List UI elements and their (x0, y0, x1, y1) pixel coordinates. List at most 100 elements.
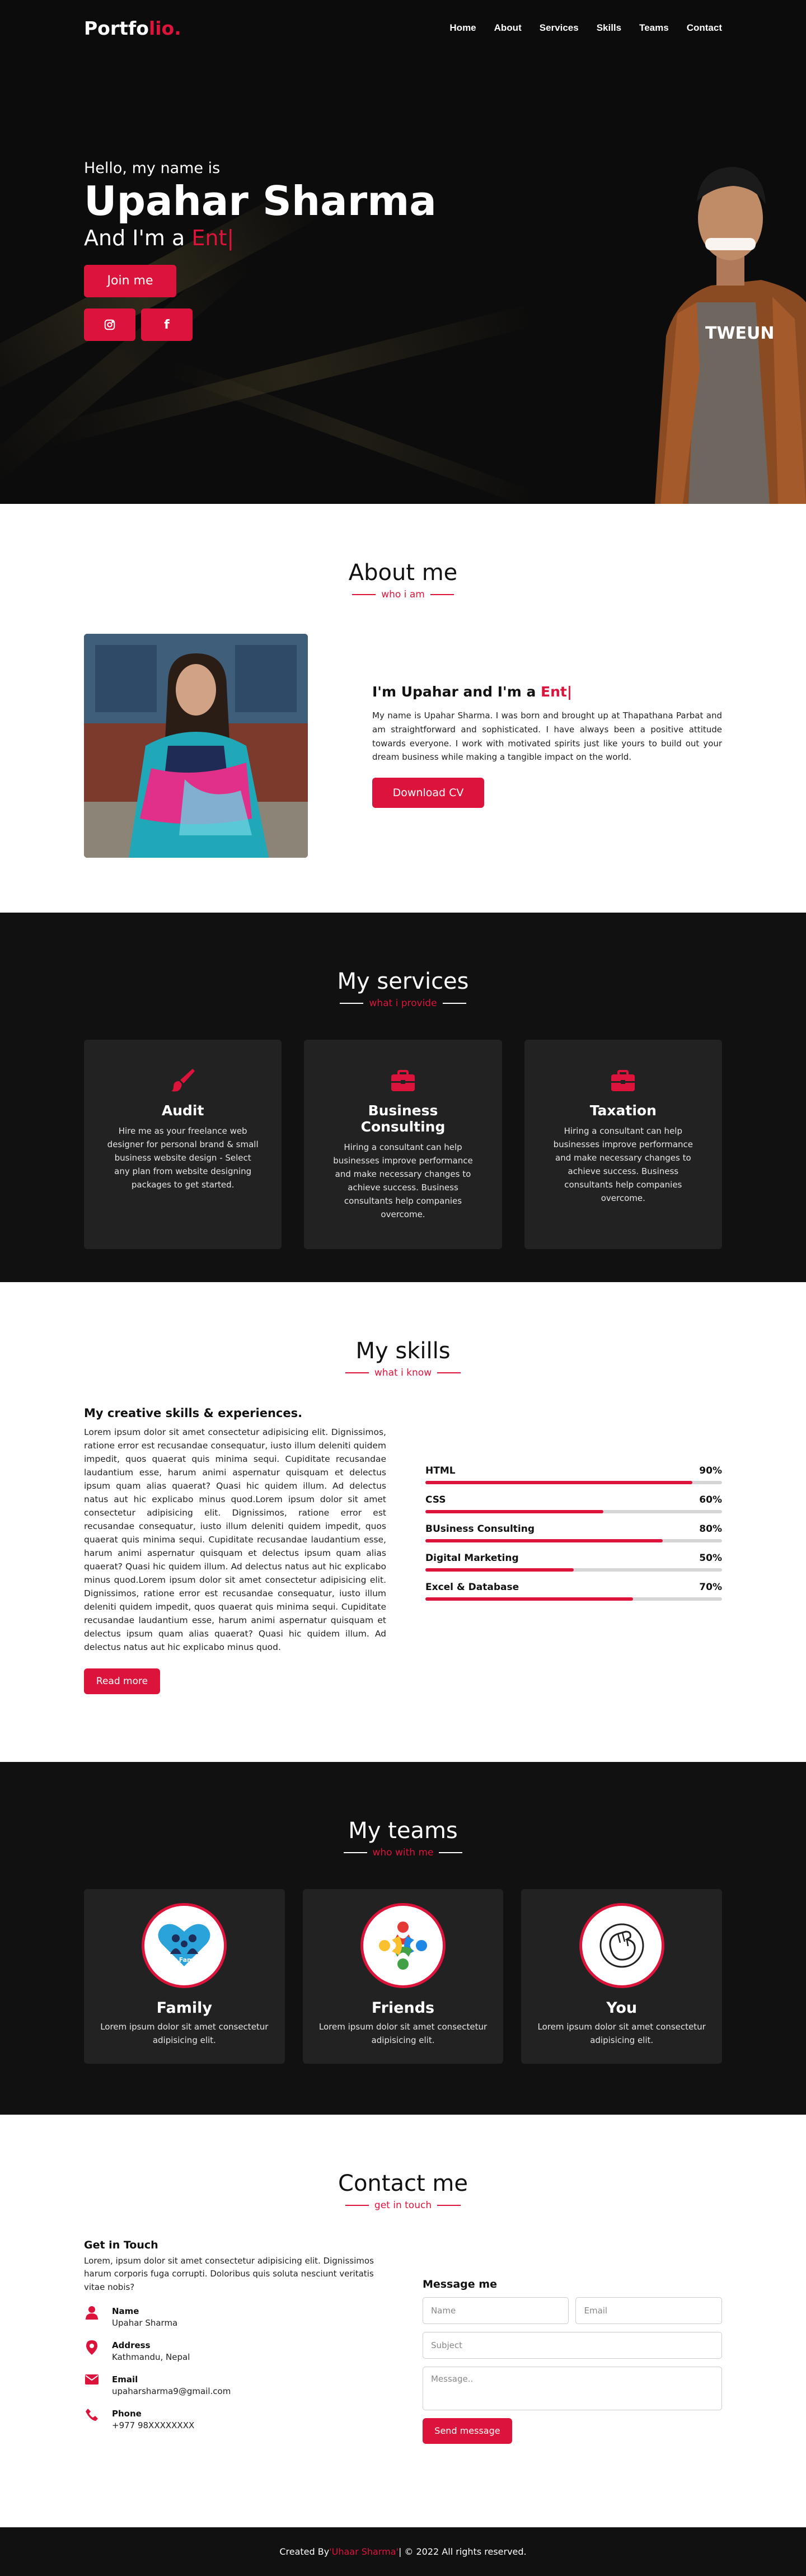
logo[interactable]: Portfolio. (84, 17, 181, 39)
hero-role: And I'm a Ent| (84, 226, 437, 250)
info-value[interactable]: upaharsharma9@gmail.com (112, 2386, 231, 2396)
hero-name: Upahar Sharma (84, 177, 437, 225)
skill-percent: 60% (699, 1494, 722, 1506)
team-text: Lorem ipsum dolor sit amet consectetur a… (318, 2022, 488, 2045)
logo-accent: lio. (148, 17, 181, 39)
about-heading-typed: Ent| (541, 684, 572, 700)
service-text: Hiring a consultant can help businesses … (553, 1126, 693, 1203)
briefcase-icon (547, 1067, 700, 1095)
about-section: About me who i am I'm Upahar and I'm a E… (0, 504, 806, 913)
read-more-button[interactable]: Read more (84, 1668, 160, 1695)
skill-name: BUsiness Consulting (425, 1523, 535, 1535)
skill-bars: HTML 90% CSS 60% BUsiness Consulting 80% Di… (425, 1406, 722, 1694)
skills-section: My skills what i know My creative skills… (0, 1282, 806, 1762)
email-field[interactable]: Email (575, 2297, 723, 2324)
skill-percent: 70% (699, 1582, 722, 1593)
contact-info-phone: Phone +977 98XXXXXXXX (84, 2408, 389, 2430)
footer-prefix: Created By (279, 2546, 330, 2557)
info-label: Email (112, 2374, 138, 2385)
friends-logo (360, 1903, 446, 1988)
about-text: My name is Upahar Sharma. I was born and… (372, 710, 722, 763)
hero-role-typed: Ent| (191, 226, 235, 251)
info-value: Upahar Sharma (112, 2317, 178, 2328)
top-navbar: Portfolio. Home About Services Skills Te… (0, 0, 806, 56)
pointing-hand-icon (579, 1903, 664, 1988)
footer-suffix: | © 2022 All rights reserved. (398, 2546, 527, 2557)
about-subtitle: who i am (84, 589, 722, 600)
family-logo-text: My Family (167, 1956, 202, 1963)
service-card: Business Consulting Hiring a consultant … (304, 1040, 502, 1249)
hero-hello: Hello, my name is (84, 160, 221, 177)
nav-item-home[interactable]: Home (449, 22, 476, 34)
contact-info-name: Name Upahar Sharma (84, 2306, 389, 2328)
about-heading-prefix: I'm Upahar and I'm a (372, 684, 541, 700)
nav-item-about[interactable]: About (494, 22, 522, 34)
nav-menu: Home About Services Skills Teams Contact (449, 22, 722, 34)
message-me-heading: Message me (422, 2278, 497, 2290)
map-pin-icon (84, 2340, 100, 2356)
skill-fill (425, 1597, 633, 1601)
skills-heading: My creative skills & experiences. (84, 1406, 303, 1420)
light-beam (165, 358, 539, 504)
about-title: About me (348, 560, 458, 586)
service-text: Hire me as your freelance web designer f… (107, 1126, 259, 1190)
skill-fill (425, 1481, 692, 1484)
footer-author[interactable]: 'Uhaar Sharma' (329, 2546, 399, 2557)
skill-fill (425, 1568, 574, 1572)
message-field[interactable]: Message.. (422, 2367, 722, 2410)
skill-bar: CSS 60% (425, 1494, 722, 1513)
nav-item-services[interactable]: Services (540, 22, 579, 34)
team-card: Friends Lorem ipsum dolor sit amet conse… (302, 1889, 504, 2064)
hero-role-prefix: And I'm a (84, 226, 192, 251)
skill-name: CSS (425, 1494, 446, 1506)
nav-item-skills[interactable]: Skills (597, 22, 621, 34)
send-message-button[interactable]: Send message (422, 2418, 512, 2444)
skills-subtitle: what i know (84, 1367, 722, 1378)
info-value[interactable]: +977 98XXXXXXXX (112, 2420, 194, 2430)
skill-name: Digital Marketing (425, 1553, 519, 1564)
download-cv-button[interactable]: Download CV (372, 778, 484, 808)
nav-item-teams[interactable]: Teams (639, 22, 669, 34)
service-title: Taxation (589, 1102, 657, 1119)
team-card: My Family Family Lorem ipsum dolor sit a… (84, 1889, 285, 2064)
contact-intro: Lorem, ipsum dolor sit amet consectetur … (84, 2256, 374, 2292)
hero-portrait: TWEUN (644, 134, 806, 504)
services-title: My services (337, 969, 469, 994)
user-icon (84, 2306, 100, 2322)
service-text: Hiring a consultant can help businesses … (333, 1142, 473, 1219)
skill-bar: Excel & Database 70% (425, 1582, 722, 1601)
contact-subtitle: get in touch (84, 2200, 722, 2211)
instagram-icon[interactable] (84, 308, 135, 342)
briefcase-icon (326, 1067, 479, 1095)
skill-percent: 90% (699, 1465, 722, 1476)
skill-name: HTML (425, 1465, 456, 1476)
name-field[interactable]: Name (422, 2297, 569, 2324)
service-card: Audit Hire me as your freelance web desi… (84, 1040, 282, 1249)
social-links: f (84, 308, 437, 342)
skill-name: Excel & Database (425, 1582, 519, 1593)
skill-percent: 50% (699, 1553, 722, 1564)
teams-section: My teams who with me My Family Family Lo… (0, 1762, 806, 2115)
subject-field[interactable]: Subject (422, 2332, 722, 2359)
skills-title: My skills (355, 1338, 451, 1364)
services-section: My services what i provide Audit Hire me… (0, 913, 806, 1282)
teams-title: My teams (348, 1818, 458, 1844)
skill-bar: HTML 90% (425, 1465, 722, 1484)
team-text: Lorem ipsum dolor sit amet consectetur a… (537, 2022, 706, 2045)
service-card: Taxation Hiring a consultant can help bu… (524, 1040, 722, 1249)
hero-section: Hello, my name is Upahar Sharma And I'm … (0, 0, 806, 504)
facebook-icon[interactable]: f (141, 308, 193, 342)
info-label: Phone (112, 2408, 142, 2419)
contact-info-email: Email upaharsharma9@gmail.com (84, 2374, 389, 2396)
info-label: Address (112, 2340, 151, 2350)
about-photo (84, 634, 308, 858)
info-value: Kathmandu, Nepal (112, 2351, 190, 2362)
team-title: Family (156, 1999, 212, 2017)
logo-main: Portfo (84, 17, 149, 39)
services-subtitle: what i provide (84, 998, 722, 1009)
contact-section: Contact me get in touch Get in Touch Lor… (0, 2115, 806, 2527)
join-button[interactable]: Join me (84, 265, 176, 298)
nav-item-contact[interactable]: Contact (687, 22, 722, 34)
contact-title: Contact me (338, 2171, 468, 2196)
shirt-print: TWEUN (705, 324, 775, 343)
